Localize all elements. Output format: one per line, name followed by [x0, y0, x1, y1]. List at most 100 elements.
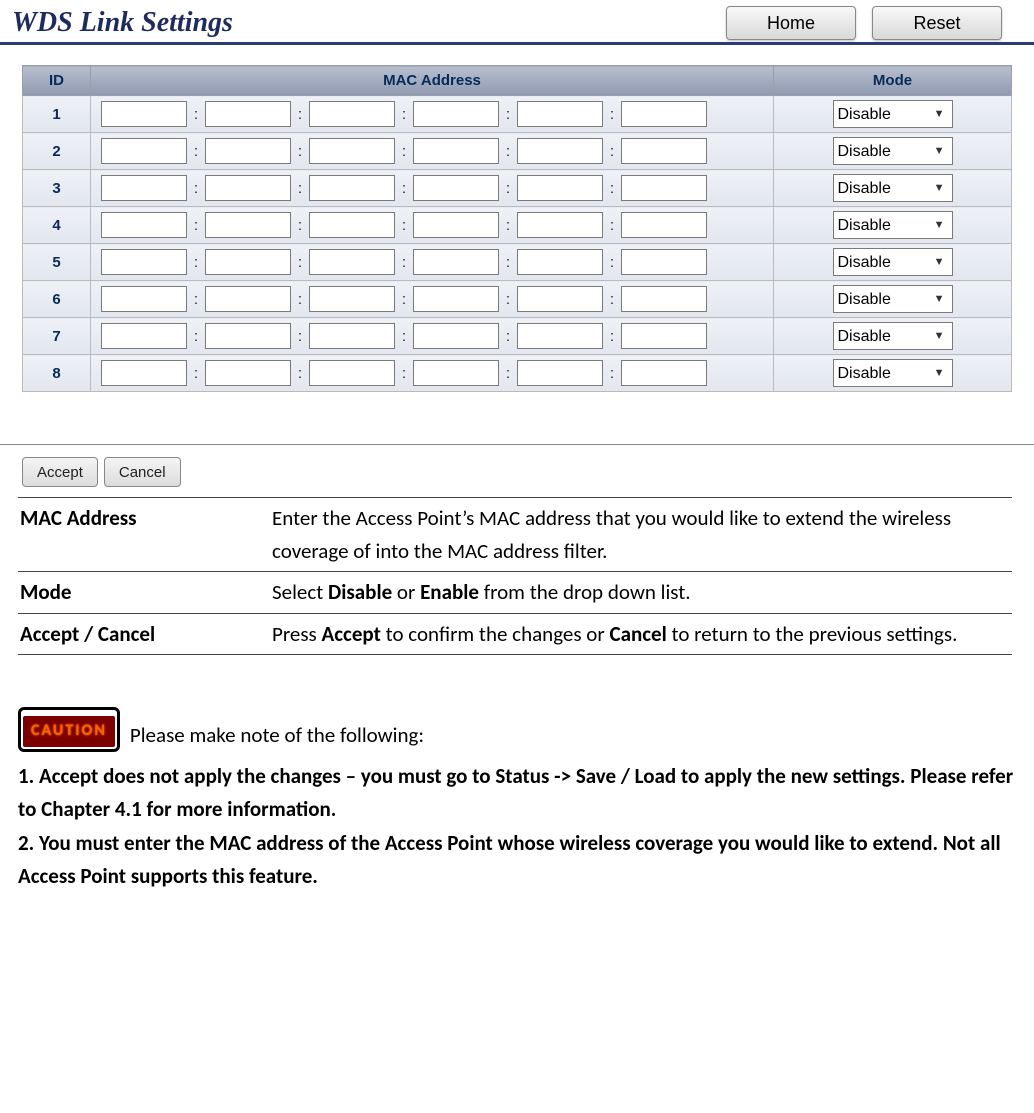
mac-octet-input[interactable]: [309, 212, 395, 238]
mac-octet-input[interactable]: [205, 323, 291, 349]
mode-cell: Disable▼: [774, 96, 1012, 133]
table-row: 2:::::Disable▼: [23, 133, 1012, 170]
mode-select[interactable]: Disable: [833, 248, 953, 276]
colon-separator: :: [293, 291, 307, 308]
mac-octet-input[interactable]: [517, 138, 603, 164]
mac-octet-input[interactable]: [101, 138, 187, 164]
mac-octet-input[interactable]: [517, 323, 603, 349]
help-term: MAC Address: [18, 498, 270, 572]
mac-octet-input[interactable]: [309, 323, 395, 349]
mac-octet-input[interactable]: [309, 249, 395, 275]
mac-octet-input[interactable]: [621, 360, 707, 386]
mac-cell: :::::: [91, 244, 774, 281]
mode-cell: Disable▼: [774, 281, 1012, 318]
page-title: WDS Link Settings: [12, 7, 233, 39]
colon-separator: :: [605, 143, 619, 160]
colon-separator: :: [605, 106, 619, 123]
mac-octet-input[interactable]: [413, 286, 499, 312]
mac-octet-input[interactable]: [517, 175, 603, 201]
mac-octet-input[interactable]: [309, 138, 395, 164]
col-id: ID: [23, 66, 91, 96]
colon-separator: :: [501, 106, 515, 123]
help-term: Mode: [18, 572, 270, 614]
mac-octet-input[interactable]: [621, 175, 707, 201]
caution-note-1: 1. Accept does not apply the changes – y…: [18, 760, 1016, 825]
mac-octet-input[interactable]: [621, 286, 707, 312]
mac-octet-input[interactable]: [621, 323, 707, 349]
mode-select[interactable]: Disable: [833, 322, 953, 350]
mac-octet-input[interactable]: [205, 175, 291, 201]
header-buttons: Home Reset: [726, 6, 1022, 40]
colon-separator: :: [605, 328, 619, 345]
config-area: ID MAC Address Mode 1:::::Disable▼2:::::…: [0, 45, 1034, 400]
home-button[interactable]: Home: [726, 6, 856, 40]
reset-button[interactable]: Reset: [872, 6, 1002, 40]
row-id: 2: [23, 133, 91, 170]
mac-octet-input[interactable]: [205, 212, 291, 238]
mac-octet-input[interactable]: [413, 138, 499, 164]
mac-octet-input[interactable]: [309, 360, 395, 386]
caution-note-2: 2. You must enter the MAC address of the…: [18, 827, 1016, 892]
mode-select[interactable]: Disable: [833, 137, 953, 165]
table-row: 1:::::Disable▼: [23, 96, 1012, 133]
col-mac: MAC Address: [91, 66, 774, 96]
mode-select[interactable]: Disable: [833, 174, 953, 202]
colon-separator: :: [397, 365, 411, 382]
mac-cell: :::::: [91, 133, 774, 170]
mode-select[interactable]: Disable: [833, 359, 953, 387]
page-header: WDS Link Settings Home Reset: [0, 0, 1034, 45]
mac-cell: :::::: [91, 318, 774, 355]
mode-select[interactable]: Disable: [833, 285, 953, 313]
mac-cell: :::::: [91, 281, 774, 318]
mac-octet-input[interactable]: [517, 286, 603, 312]
mac-octet-input[interactable]: [621, 138, 707, 164]
colon-separator: :: [501, 328, 515, 345]
mac-octet-input[interactable]: [413, 212, 499, 238]
mac-octet-input[interactable]: [413, 101, 499, 127]
mac-octet-input[interactable]: [517, 249, 603, 275]
mode-select[interactable]: Disable: [833, 211, 953, 239]
mac-octet-input[interactable]: [413, 175, 499, 201]
mac-octet-input[interactable]: [205, 101, 291, 127]
mac-octet-input[interactable]: [413, 360, 499, 386]
mac-octet-input[interactable]: [205, 249, 291, 275]
help-table: MAC Address Enter the Access Point’s MAC…: [18, 497, 1012, 655]
mac-octet-input[interactable]: [205, 286, 291, 312]
table-row: 8:::::Disable▼: [23, 355, 1012, 392]
mac-octet-input[interactable]: [413, 249, 499, 275]
mac-octet-input[interactable]: [309, 175, 395, 201]
mac-octet-input[interactable]: [101, 249, 187, 275]
mac-octet-input[interactable]: [101, 360, 187, 386]
colon-separator: :: [189, 365, 203, 382]
help-desc: Enter the Access Point’s MAC address tha…: [270, 498, 1012, 572]
mac-octet-input[interactable]: [517, 212, 603, 238]
mac-cell: :::::: [91, 96, 774, 133]
mac-cell: :::::: [91, 170, 774, 207]
mac-octet-input[interactable]: [101, 323, 187, 349]
mac-octet-input[interactable]: [621, 212, 707, 238]
mode-select[interactable]: Disable: [833, 100, 953, 128]
mac-octet-input[interactable]: [101, 212, 187, 238]
mac-octet-input[interactable]: [101, 175, 187, 201]
mac-octet-input[interactable]: [517, 360, 603, 386]
accept-button[interactable]: Accept: [22, 457, 98, 487]
colon-separator: :: [501, 365, 515, 382]
mac-octet-input[interactable]: [517, 101, 603, 127]
mac-octet-input[interactable]: [205, 360, 291, 386]
mac-octet-input[interactable]: [101, 101, 187, 127]
mac-octet-input[interactable]: [413, 323, 499, 349]
colon-separator: :: [397, 254, 411, 271]
mac-octet-input[interactable]: [621, 101, 707, 127]
mac-octet-input[interactable]: [621, 249, 707, 275]
colon-separator: :: [189, 217, 203, 234]
cancel-button[interactable]: Cancel: [104, 457, 181, 487]
mode-cell: Disable▼: [774, 133, 1012, 170]
mac-octet-input[interactable]: [205, 138, 291, 164]
colon-separator: :: [293, 254, 307, 271]
colon-separator: :: [501, 291, 515, 308]
caution-icon: CAUTION: [18, 707, 120, 752]
mac-octet-input[interactable]: [309, 101, 395, 127]
mac-octet-input[interactable]: [309, 286, 395, 312]
mac-octet-input[interactable]: [101, 286, 187, 312]
table-row: 7:::::Disable▼: [23, 318, 1012, 355]
